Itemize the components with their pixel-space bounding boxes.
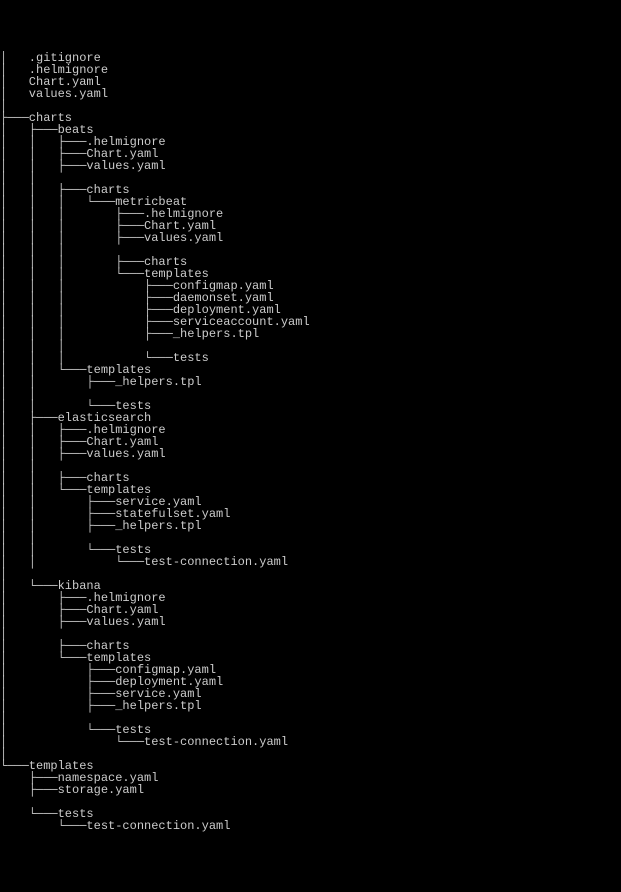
tree-line: │ <box>0 100 621 112</box>
tree-line: │ │ ├───_helpers.tpl <box>0 520 621 532</box>
tree-line: └───tests <box>0 808 621 820</box>
tree-line: │ └───test-connection.yaml <box>0 736 621 748</box>
tree-line: │ │ │ ├───values.yaml <box>0 232 621 244</box>
tree-line: │ ├───_helpers.tpl <box>0 700 621 712</box>
tree-line: │ │ └───test-connection.yaml <box>0 556 621 568</box>
tree-line: │ values.yaml <box>0 88 621 100</box>
tree-line: └───test-connection.yaml <box>0 820 621 832</box>
tree-line <box>0 796 621 808</box>
file-tree: │ .gitignore│ .helmignore│ Chart.yaml│ v… <box>0 52 621 832</box>
tree-line: │ │ ├───values.yaml <box>0 160 621 172</box>
tree-line: │ │ ├───_helpers.tpl <box>0 376 621 388</box>
tree-line: │ │ ├───values.yaml <box>0 448 621 460</box>
tree-line: │ │ │ ├───_helpers.tpl <box>0 328 621 340</box>
tree-line: │ ├───values.yaml <box>0 616 621 628</box>
tree-line: ├───storage.yaml <box>0 784 621 796</box>
